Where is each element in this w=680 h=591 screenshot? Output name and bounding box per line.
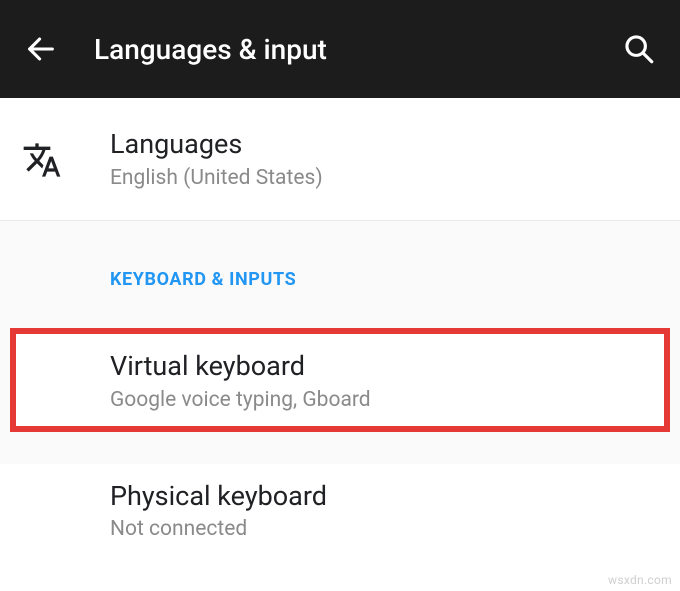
app-bar: Languages & input — [0, 0, 680, 98]
physical-keyboard-title: Physical keyboard — [110, 480, 658, 514]
icon-column — [22, 138, 110, 180]
arrow-left-icon — [24, 32, 58, 66]
section-label: KEYBOARD & INPUTS — [110, 269, 658, 290]
languages-subtitle: English (United States) — [110, 166, 658, 190]
text-column: Languages English (United States) — [110, 128, 658, 190]
watermark: wsxdn.com — [608, 573, 672, 587]
translate-icon — [22, 140, 62, 180]
section-header-keyboard: KEYBOARD & INPUTS — [0, 221, 680, 304]
spacer — [0, 304, 680, 328]
search-button[interactable] — [622, 32, 656, 66]
back-button[interactable] — [24, 32, 58, 66]
search-icon — [622, 32, 656, 66]
languages-title: Languages — [110, 128, 658, 162]
virtual-keyboard-subtitle: Google voice typing, Gboard — [110, 388, 648, 412]
physical-keyboard-item[interactable]: Physical keyboard Not connected — [0, 464, 680, 560]
settings-screen: Languages & input Languages English (Uni… — [0, 0, 680, 591]
virtual-keyboard-item[interactable]: Virtual keyboard Google voice typing, Gb… — [10, 328, 670, 432]
page-title: Languages & input — [94, 33, 622, 66]
content-area: Languages English (United States) KEYBOA… — [0, 98, 680, 559]
physical-keyboard-subtitle: Not connected — [110, 517, 658, 541]
languages-row[interactable]: Languages English (United States) — [0, 98, 680, 221]
spacer — [0, 432, 680, 464]
virtual-keyboard-title: Virtual keyboard — [110, 350, 648, 384]
